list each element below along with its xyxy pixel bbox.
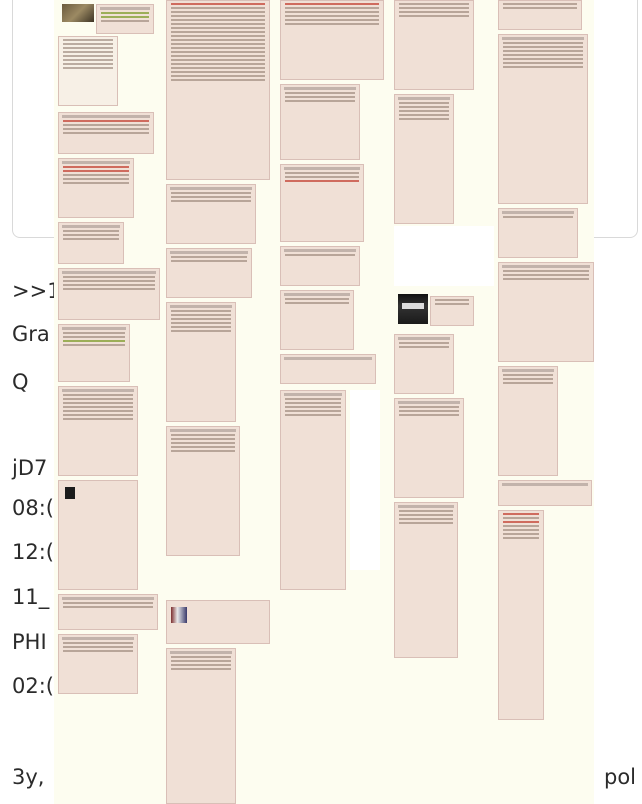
post-block — [498, 34, 588, 204]
post-block — [58, 324, 130, 382]
post-block — [58, 480, 138, 590]
blank-area — [350, 390, 380, 570]
text-fragment: 11_ — [12, 585, 50, 609]
movie-poster-thumbnail — [398, 294, 428, 324]
post-thumbnail — [171, 607, 187, 623]
post-block — [498, 366, 558, 476]
post-block — [58, 222, 124, 264]
post-block — [58, 594, 158, 630]
text-fragment: Gra — [12, 322, 50, 346]
post-block — [498, 480, 592, 506]
post-block — [166, 302, 236, 422]
post-block — [394, 0, 474, 90]
post-block — [166, 248, 252, 298]
post-block — [58, 112, 154, 154]
post-block — [430, 296, 474, 326]
post-block — [498, 208, 578, 258]
post-block — [58, 634, 138, 694]
blank-area — [394, 226, 494, 286]
text-fragment: 08:( — [12, 496, 54, 520]
post-block — [394, 502, 458, 658]
post-block — [280, 390, 346, 590]
post-block — [280, 246, 360, 286]
text-fragment: 02:( — [12, 674, 54, 698]
post-block — [166, 184, 256, 244]
post-block — [166, 0, 270, 180]
text-fragment: PHI — [12, 630, 47, 654]
thread-thumbnail — [62, 4, 94, 22]
post-block — [394, 94, 454, 224]
post-block — [280, 354, 376, 384]
post-thumbnail — [65, 487, 75, 499]
post-block — [498, 510, 544, 720]
forum-thread-collage-image[interactable] — [54, 0, 594, 804]
post-block — [58, 36, 118, 106]
text-fragment: 12:( — [12, 540, 54, 564]
post-block — [58, 158, 134, 218]
post-block — [58, 268, 160, 320]
text-fragment: Q — [12, 370, 29, 394]
text-fragment: jD7 — [12, 456, 48, 480]
board-name[interactable]: pol — [604, 765, 636, 789]
post-block — [280, 84, 360, 160]
post-block — [166, 426, 240, 556]
post-block — [280, 290, 354, 350]
post-block — [498, 0, 582, 30]
post-age: 3y, — [12, 765, 45, 789]
post-block — [280, 164, 364, 242]
post-block — [498, 262, 594, 362]
post-block — [394, 398, 464, 498]
post-block — [96, 4, 154, 34]
post-block — [394, 334, 454, 394]
post-block — [280, 0, 384, 80]
post-block — [58, 386, 138, 476]
post-block — [166, 648, 236, 804]
post-block — [166, 600, 270, 644]
